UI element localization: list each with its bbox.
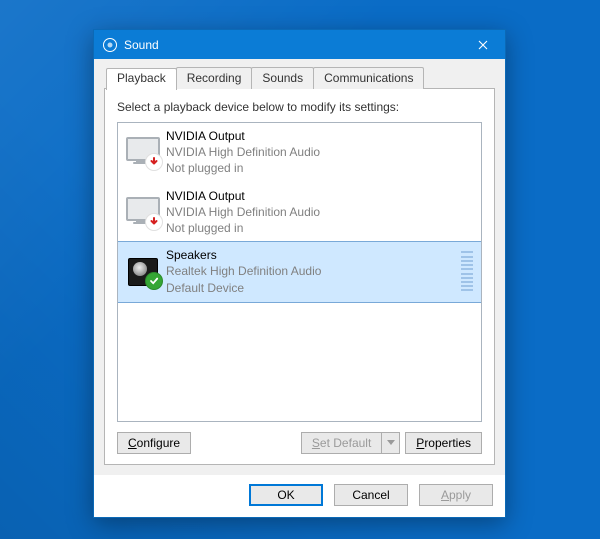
tab-recording[interactable]: Recording	[176, 67, 253, 89]
device-name: NVIDIA Output	[166, 128, 473, 144]
check-icon	[145, 272, 163, 290]
titlebar[interactable]: Sound	[94, 30, 505, 59]
properties-button[interactable]: Properties	[405, 432, 482, 454]
monitor-icon	[126, 136, 160, 168]
device-driver: NVIDIA High Definition Audio	[166, 204, 473, 220]
properties-rest: roperties	[424, 436, 471, 450]
unplugged-icon	[145, 153, 163, 171]
device-text: NVIDIA OutputNVIDIA High Definition Audi…	[166, 188, 473, 237]
sound-dialog: Sound PlaybackRecordingSoundsCommunicati…	[93, 29, 506, 518]
tab-button-row: Configure Set Default Properties	[117, 432, 482, 454]
device-row[interactable]: NVIDIA OutputNVIDIA High Definition Audi…	[118, 123, 481, 183]
configure-label-u: C	[128, 436, 137, 450]
ok-button[interactable]: OK	[249, 484, 323, 506]
set-default-split-button[interactable]: Set Default	[301, 432, 400, 454]
device-text: NVIDIA OutputNVIDIA High Definition Audi…	[166, 128, 473, 177]
set-default-dropdown[interactable]	[382, 432, 400, 454]
apply-button[interactable]: Apply	[419, 484, 493, 506]
device-row[interactable]: SpeakersRealtek High Definition AudioDef…	[117, 241, 482, 303]
monitor-icon	[126, 196, 160, 228]
speaker-icon	[126, 255, 160, 287]
sound-icon	[102, 37, 118, 53]
device-driver: Realtek High Definition Audio	[166, 263, 455, 279]
dialog-body: PlaybackRecordingSoundsCommunications Se…	[94, 59, 505, 475]
configure-button[interactable]: Configure	[117, 432, 191, 454]
device-driver: NVIDIA High Definition Audio	[166, 144, 473, 160]
window-title: Sound	[124, 38, 460, 52]
tab-control: PlaybackRecordingSoundsCommunications Se…	[104, 67, 495, 465]
set-default-u: S	[312, 436, 320, 450]
chevron-down-icon	[387, 440, 395, 446]
configure-label-rest: onfigure	[137, 436, 180, 450]
device-text: SpeakersRealtek High Definition AudioDef…	[166, 247, 455, 296]
dialog-button-bar: OK Cancel Apply	[94, 475, 505, 517]
device-list[interactable]: NVIDIA OutputNVIDIA High Definition Audi…	[117, 122, 482, 422]
tab-communications[interactable]: Communications	[313, 67, 424, 89]
close-button[interactable]	[460, 30, 505, 59]
device-status: Not plugged in	[166, 160, 473, 176]
device-row[interactable]: NVIDIA OutputNVIDIA High Definition Audi…	[118, 183, 481, 243]
tab-page-playback: Select a playback device below to modify…	[104, 88, 495, 465]
instruction-text: Select a playback device below to modify…	[117, 100, 482, 114]
device-status: Default Device	[166, 280, 455, 296]
apply-u: A	[441, 488, 449, 502]
device-status: Not plugged in	[166, 220, 473, 236]
desktop-background: Sound PlaybackRecordingSoundsCommunicati…	[0, 0, 600, 539]
tab-strip: PlaybackRecordingSoundsCommunications	[106, 67, 495, 89]
tab-sounds[interactable]: Sounds	[251, 67, 314, 89]
device-name: Speakers	[166, 247, 455, 263]
cancel-button[interactable]: Cancel	[334, 484, 408, 506]
set-default-button[interactable]: Set Default	[301, 432, 382, 454]
volume-meter	[461, 250, 473, 292]
set-default-rest: et Default	[320, 436, 371, 450]
apply-rest: pply	[449, 488, 471, 502]
tab-playback[interactable]: Playback	[106, 68, 177, 90]
unplugged-icon	[145, 213, 163, 231]
device-name: NVIDIA Output	[166, 188, 473, 204]
